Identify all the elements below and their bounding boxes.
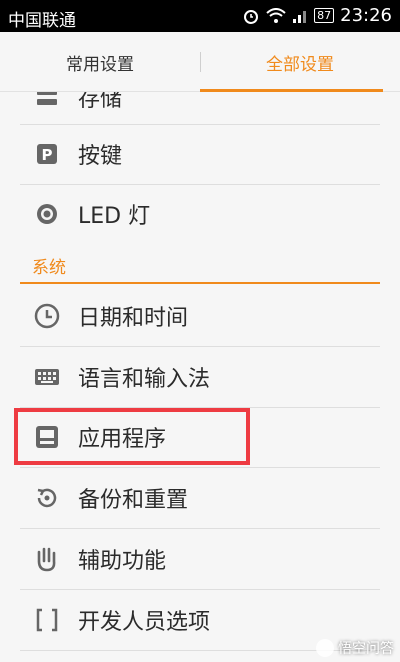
watermark-text: 悟空问答 xyxy=(338,641,394,657)
list-item-label: 日期和时间 xyxy=(78,306,189,331)
alarm-icon xyxy=(244,9,259,24)
list-item-storage[interactable]: 存储 xyxy=(20,92,380,125)
list-item-date-time[interactable]: 日期和时间 xyxy=(20,286,380,347)
hand-icon xyxy=(34,546,60,572)
backup-icon xyxy=(34,485,60,511)
clock-time: 23:26 xyxy=(340,5,392,26)
tab-common-settings[interactable]: 常用设置 xyxy=(0,32,200,92)
apps-icon xyxy=(34,424,60,450)
watermark: 悟空问答 xyxy=(316,638,394,658)
list-item-label: LED 灯 xyxy=(78,204,151,229)
signal-icon xyxy=(293,10,307,23)
list-item-label: 备份和重置 xyxy=(78,487,189,513)
led-icon xyxy=(34,201,60,227)
list-item-label: 开发人员选项 xyxy=(78,609,211,635)
section-header-system: 系统 xyxy=(20,254,380,284)
status-bar: 中国联通 87 23:26 xyxy=(0,0,400,32)
battery-level: 87 xyxy=(314,8,335,23)
list-item-language-input[interactable]: 语言和输入法 xyxy=(20,346,380,408)
list-item-label: 语言和输入法 xyxy=(78,366,211,392)
watermark-logo-icon xyxy=(316,639,334,657)
list-item-accessibility[interactable]: 辅助功能 xyxy=(20,528,380,590)
list-item-label: 存储 xyxy=(78,92,123,112)
settings-tabs: 常用设置 全部设置 xyxy=(0,32,400,92)
keyboard-icon xyxy=(34,364,60,390)
carrier-name: 中国联通 xyxy=(8,11,76,31)
clock-icon xyxy=(34,303,60,329)
wifi-icon xyxy=(266,7,286,23)
list-item-led[interactable]: LED 灯 xyxy=(20,184,380,244)
list-item-applications[interactable]: 应用程序 xyxy=(20,407,380,468)
svg-text:P: P xyxy=(42,146,53,164)
bracket-icon xyxy=(34,607,60,633)
list-item-label: 辅助功能 xyxy=(78,548,167,574)
list-item-backup-reset[interactable]: 备份和重置 xyxy=(20,467,380,529)
list-item-label: 应用程序 xyxy=(78,427,167,452)
list-item-keys[interactable]: P 按键 xyxy=(20,124,380,185)
key-icon: P xyxy=(34,141,60,167)
tab-all-settings[interactable]: 全部设置 xyxy=(200,32,400,92)
list-item-label: 按键 xyxy=(78,144,123,169)
storage-icon xyxy=(34,92,60,110)
